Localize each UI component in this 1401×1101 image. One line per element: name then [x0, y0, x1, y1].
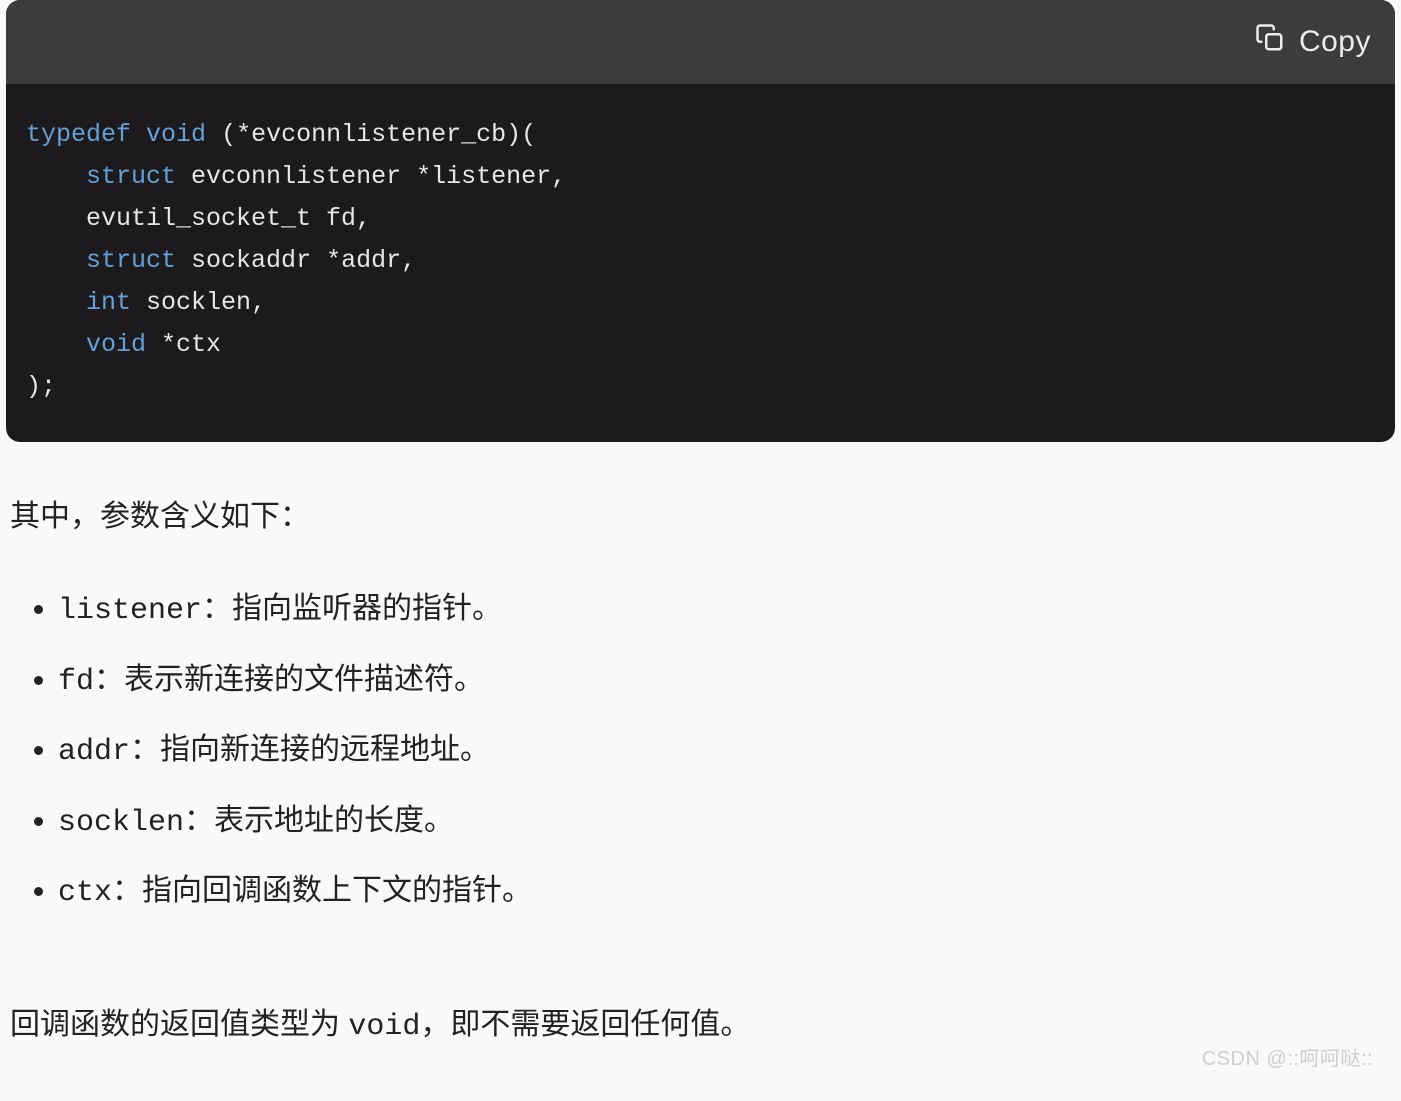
copy-label: Copy: [1299, 25, 1371, 59]
param-name: socklen: [58, 806, 184, 840]
param-list: listener：指向监听器的指针。 fd：表示新连接的文件描述符。 addr：…: [58, 581, 1391, 922]
code-body: typedef void (*evconnlistener_cb)( struc…: [6, 84, 1395, 442]
list-item: ctx：指向回调函数上下文的指针。: [58, 863, 1391, 922]
list-item: fd：表示新连接的文件描述符。: [58, 652, 1391, 711]
param-name: addr: [58, 735, 130, 769]
param-desc: ：表示地址的长度。: [184, 804, 454, 837]
code-header: Copy: [6, 0, 1395, 84]
param-desc: ：表示新连接的文件描述符。: [94, 663, 484, 696]
article-content: 其中，参数含义如下： listener：指向监听器的指针。 fd：表示新连接的文…: [0, 442, 1401, 1050]
param-desc: ：指向新连接的远程地址。: [130, 733, 490, 766]
list-item: socklen：表示地址的长度。: [58, 793, 1391, 852]
code-content: typedef void (*evconnlistener_cb)( struc…: [26, 114, 1375, 408]
list-item: listener：指向监听器的指针。: [58, 581, 1391, 640]
code-block: Copy typedef void (*evconnlistener_cb)( …: [6, 0, 1395, 442]
return-text: 回调函数的返回值类型为 void，即不需要返回任何值。: [10, 1002, 1391, 1050]
copy-button[interactable]: Copy: [1255, 23, 1371, 61]
param-name: ctx: [58, 876, 112, 910]
list-item: addr：指向新连接的远程地址。: [58, 722, 1391, 781]
param-desc: ：指向回调函数上下文的指针。: [112, 874, 532, 907]
param-name: fd: [58, 665, 94, 699]
copy-icon: [1255, 23, 1285, 61]
param-name: listener: [58, 594, 202, 628]
intro-text: 其中，参数含义如下：: [10, 494, 1391, 539]
param-desc: ：指向监听器的指针。: [202, 592, 502, 625]
